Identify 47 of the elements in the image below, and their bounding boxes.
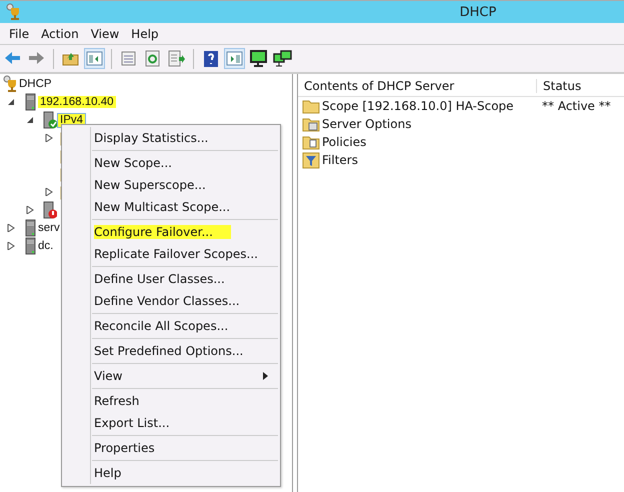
tree-item[interactable]: serv — [38, 222, 61, 234]
collapsed-arrow-icon[interactable] — [45, 134, 53, 142]
status-cell-text: ** Active ** — [541, 99, 611, 113]
monitor-icon[interactable] — [248, 48, 269, 69]
list-item[interactable]: Server Options — [322, 117, 412, 131]
collapsed-arrow-icon[interactable] — [7, 224, 15, 232]
tree-item[interactable]: DHCP — [19, 78, 53, 90]
collapsed-arrow-icon[interactable] — [45, 188, 53, 196]
window-title: DHCP — [458, 4, 498, 20]
menu-item[interactable]: Action — [35, 26, 85, 40]
tree-item[interactable]: dc. — [38, 240, 54, 252]
trophy-icon — [3, 75, 19, 93]
server-icon — [41, 111, 57, 129]
collapsed-arrow-icon[interactable] — [7, 242, 15, 250]
menu-item[interactable]: New Multicast Scope... — [94, 200, 230, 214]
menu-item[interactable]: Export List... — [94, 416, 170, 430]
menu-item[interactable]: Define Vendor Classes... — [94, 294, 240, 308]
menu-item[interactable]: Help — [125, 26, 165, 40]
collapsed-arrow-icon[interactable] — [26, 206, 34, 214]
column-header[interactable]: Status — [536, 79, 582, 93]
menu-item[interactable]: Define User Classes... — [94, 272, 225, 286]
pane-icon[interactable] — [84, 48, 105, 69]
monitors-icon[interactable] — [272, 48, 293, 69]
filter-icon — [302, 151, 320, 169]
trophy-icon — [6, 3, 22, 21]
expanded-arrow-icon[interactable] — [26, 116, 34, 124]
list-item[interactable]: Filters — [322, 153, 358, 167]
list-item[interactable]: Policies — [322, 135, 366, 149]
menu-item[interactable]: Display Statistics... — [94, 131, 208, 145]
menu-item[interactable]: Reconcile All Scopes... — [94, 319, 228, 333]
list-item[interactable]: Scope [192.168.10.0] HA-Scope — [322, 99, 514, 113]
menu-item[interactable]: File — [3, 26, 36, 40]
menu-item[interactable]: New Scope... — [94, 156, 172, 170]
export-icon[interactable] — [166, 48, 187, 69]
expanded-arrow-icon[interactable] — [7, 98, 15, 106]
server-icon — [41, 201, 57, 219]
tree-item[interactable]: 192.168.10.40 — [38, 96, 116, 108]
menu-item[interactable]: View — [94, 369, 122, 383]
menu-item[interactable]: Properties — [94, 441, 155, 455]
menu-item[interactable]: Refresh — [94, 394, 140, 408]
column-header[interactable]: Contents of DHCP Server — [298, 79, 536, 93]
menu-item[interactable]: View — [84, 26, 126, 40]
menu-item[interactable]: New Superscope... — [94, 178, 206, 192]
menu-item[interactable]: Replicate Failover Scopes... — [94, 247, 258, 261]
menu-item[interactable]: Set Predefined Options... — [94, 344, 244, 358]
menu-item[interactable]: Help — [94, 466, 122, 480]
menu-item[interactable]: Configure Failover... — [94, 225, 231, 239]
